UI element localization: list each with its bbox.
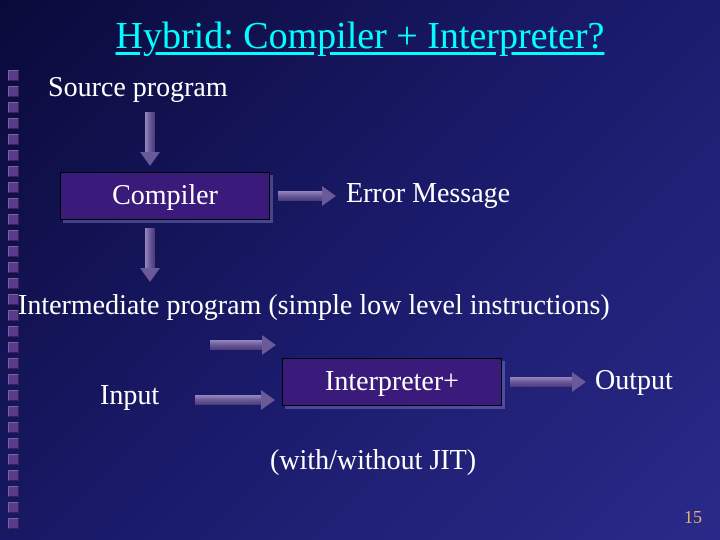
label-output: Output (595, 365, 673, 397)
box-interpreter: Interpreter+ (282, 358, 502, 406)
slide-number: 15 (684, 507, 702, 528)
arrow-compiler-to-intermediate (145, 228, 160, 282)
label-error-message: Error Message (346, 178, 510, 210)
box-compiler: Compiler (60, 172, 270, 220)
label-input: Input (100, 380, 159, 412)
arrow-source-to-compiler (145, 112, 160, 166)
slide-title: Hybrid: Compiler + Interpreter? (0, 0, 720, 58)
label-intermediate-program: Intermediate program (simple low level i… (18, 290, 610, 322)
label-jit-note: (with/without JIT) (270, 445, 476, 477)
arrow-compiler-to-error (278, 186, 336, 206)
arrow-input-to-interpreter (195, 390, 275, 410)
arrow-interpreter-to-output (510, 372, 586, 392)
label-source-program: Source program (48, 72, 228, 104)
arrow-intermediate-to-interpreter (210, 335, 276, 355)
